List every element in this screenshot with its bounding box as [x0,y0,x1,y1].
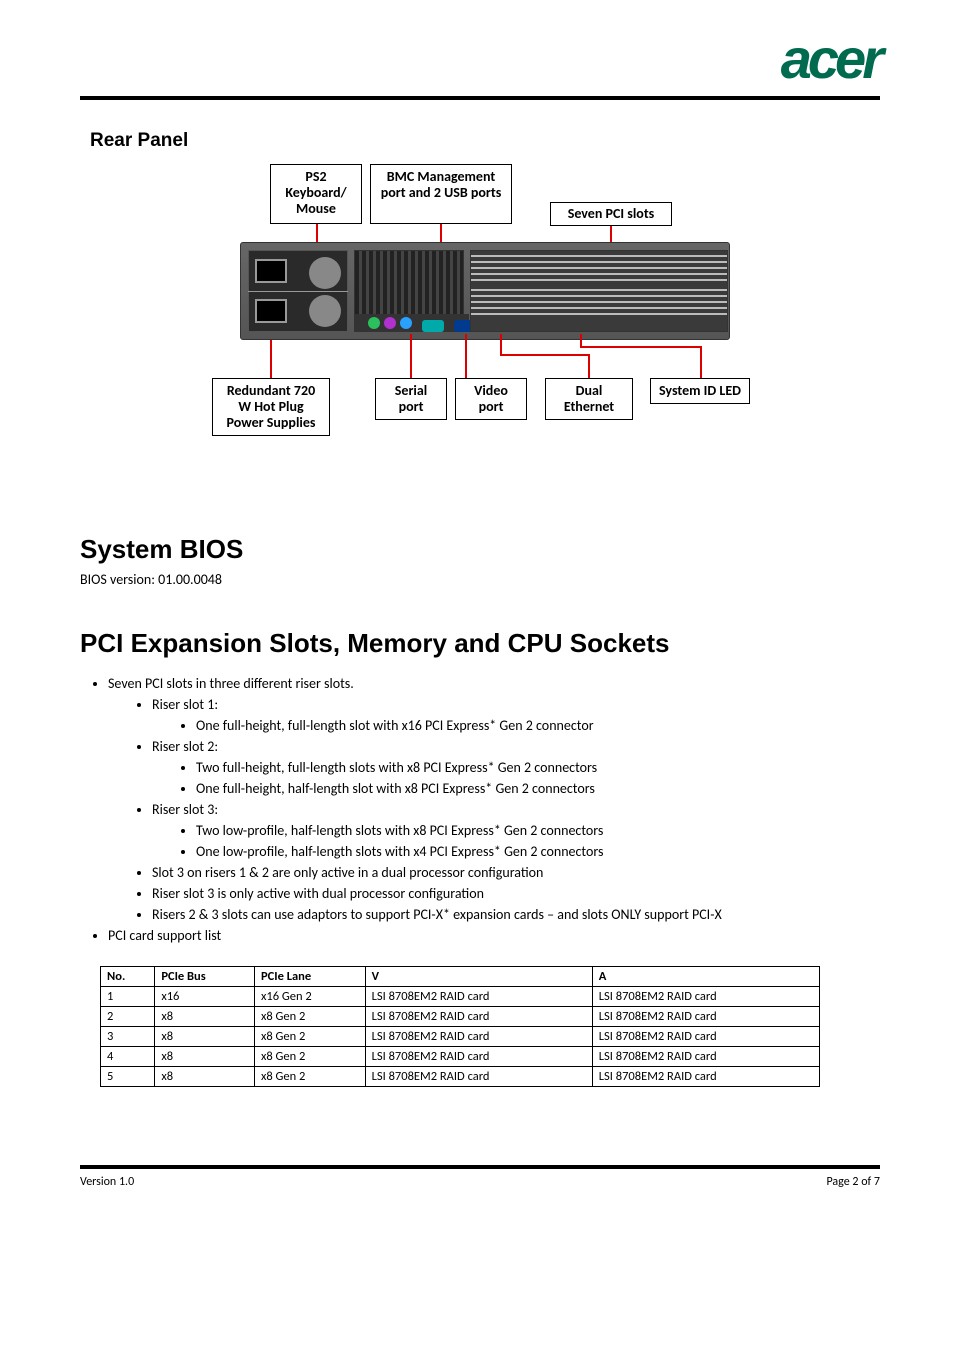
pci-slot-area [470,250,728,332]
footer-page-number: Page 2 of 7 [826,1175,880,1189]
list-item: Risers 2 & 3 slots can use adaptors to s… [152,904,880,925]
pointer-line [700,346,702,378]
table-cell: x8 [155,1027,255,1047]
table-cell: x8 Gen 2 [254,1027,365,1047]
list-item: Seven PCI slots in three different riser… [108,673,880,925]
pointer-line [580,346,700,348]
list-item: Riser slot 2: Two full-height, full-leng… [152,736,880,799]
table-row: 2x8x8 Gen 2LSI 8708EM2 RAID cardLSI 8708… [101,1007,820,1027]
pointer-line [588,354,590,378]
table-cell: x16 Gen 2 [254,987,365,1007]
list-text: Seven PCI slots in three different riser… [108,675,354,692]
list-text: Riser slot 3 is only active with dual pr… [152,885,484,902]
list-text: One full-height, half-length slot with x… [196,780,595,797]
table-cell: x8 Gen 2 [254,1007,365,1027]
table-header: PCIe Lane [254,967,365,987]
table-cell: x8 [155,1007,255,1027]
list-text: Riser slot 3: [152,801,218,818]
callout-video-port: Video port [455,378,527,420]
table-cell: x8 Gen 2 [254,1067,365,1087]
list-text: Slot 3 on risers 1 & 2 are only active i… [152,864,543,881]
table-row: 1x16x16 Gen 2LSI 8708EM2 RAID cardLSI 87… [101,987,820,1007]
table-cell: LSI 8708EM2 RAID card [592,1047,819,1067]
table-header: PCIe Bus [155,967,255,987]
list-text: Riser slot 2: [152,738,218,755]
list-item: One low-profile, half-length slots with … [196,841,880,862]
pointer-line [580,334,582,346]
callout-system-id-led: System ID LED [650,378,750,404]
table-cell: LSI 8708EM2 RAID card [592,1007,819,1027]
list-text: PCI card support list [108,927,221,944]
list-item: Two low-profile, half-length slots with … [196,820,880,841]
page-footer: Version 1.0 Page 2 of 7 [80,1165,880,1189]
table-header-row: No. PCIe Bus PCIe Lane V A [101,967,820,987]
table-cell: x8 [155,1067,255,1087]
list-text: Risers 2 & 3 slots can use adaptors to s… [152,906,722,923]
table-row: 4x8x8 Gen 2LSI 8708EM2 RAID cardLSI 8708… [101,1047,820,1067]
pointer-line [410,334,412,378]
table-cell: 5 [101,1067,155,1087]
table-cell: 1 [101,987,155,1007]
table-row: 5x8x8 Gen 2LSI 8708EM2 RAID cardLSI 8708… [101,1067,820,1087]
table-cell: 3 [101,1027,155,1047]
pci-section-heading: PCI Expansion Slots, Memory and CPU Sock… [80,628,880,659]
list-item: One full-height, full-length slot with x… [196,715,880,736]
list-item: Riser slot 1: One full-height, full-leng… [152,694,880,736]
footer-version: Version 1.0 [80,1175,134,1189]
callout-bmc-usb: BMC Management port and 2 USB ports [370,164,512,224]
table-header: No. [101,967,155,987]
pointer-line [465,334,467,378]
list-text: One low-profile, half-length slots with … [196,843,603,860]
list-text: Two low-profile, half-length slots with … [196,822,603,839]
table-cell: x8 [155,1047,255,1067]
pointer-line [500,334,502,354]
system-bios-heading: System BIOS [80,534,880,565]
table-cell: LSI 8708EM2 RAID card [365,987,592,1007]
table-cell: 2 [101,1007,155,1027]
rear-panel-diagram: PS2 Keyboard/ Mouse BMC Management port … [200,164,760,494]
table-cell: LSI 8708EM2 RAID card [592,987,819,1007]
list-item: Slot 3 on risers 1 & 2 are only active i… [152,862,880,883]
pointer-line [500,354,588,356]
serial-port-icon [422,320,444,332]
io-ports-row [354,314,469,332]
list-item: Two full-height, full-length slots with … [196,757,880,778]
table-cell: LSI 8708EM2 RAID card [365,1007,592,1027]
list-text: Two full-height, full-length slots with … [196,759,597,776]
list-item: Riser slot 3 is only active with dual pr… [152,883,880,904]
list-item: Riser slot 3: Two low-profile, half-leng… [152,799,880,862]
table-cell: 4 [101,1047,155,1067]
page-header: acer [80,34,880,100]
rear-panel-heading: Rear Panel [90,130,880,152]
table-cell: x16 [155,987,255,1007]
callout-dual-ethernet: Dual Ethernet [545,378,633,420]
table-cell: LSI 8708EM2 RAID card [365,1047,592,1067]
pci-bullet-list: Seven PCI slots in three different riser… [88,673,880,946]
acer-logo: acer [781,26,880,91]
callout-redundant-psu: Redundant 720 W Hot Plug Power Supplies [212,378,330,436]
callout-ps2: PS2 Keyboard/ Mouse [270,164,362,224]
table-header: V [365,967,592,987]
list-text: One full-height, full-length slot with x… [196,717,594,734]
table-header: A [592,967,819,987]
callout-pci-slots: Seven PCI slots [550,202,672,226]
table-cell: LSI 8708EM2 RAID card [365,1027,592,1047]
table-cell: LSI 8708EM2 RAID card [592,1067,819,1087]
table-cell: LSI 8708EM2 RAID card [365,1067,592,1087]
list-item: PCI card support list [108,925,880,946]
pointer-line [270,340,272,378]
callout-serial-port: Serial port [375,378,447,420]
table-cell: LSI 8708EM2 RAID card [592,1027,819,1047]
table-cell: x8 Gen 2 [254,1047,365,1067]
list-item: One full-height, half-length slot with x… [196,778,880,799]
pci-card-table: No. PCIe Bus PCIe Lane V A 1x16x16 Gen 2… [100,966,820,1087]
bios-version: BIOS version: 01.00.0048 [80,571,880,588]
list-text: Riser slot 1: [152,696,218,713]
table-row: 3x8x8 Gen 2LSI 8708EM2 RAID cardLSI 8708… [101,1027,820,1047]
